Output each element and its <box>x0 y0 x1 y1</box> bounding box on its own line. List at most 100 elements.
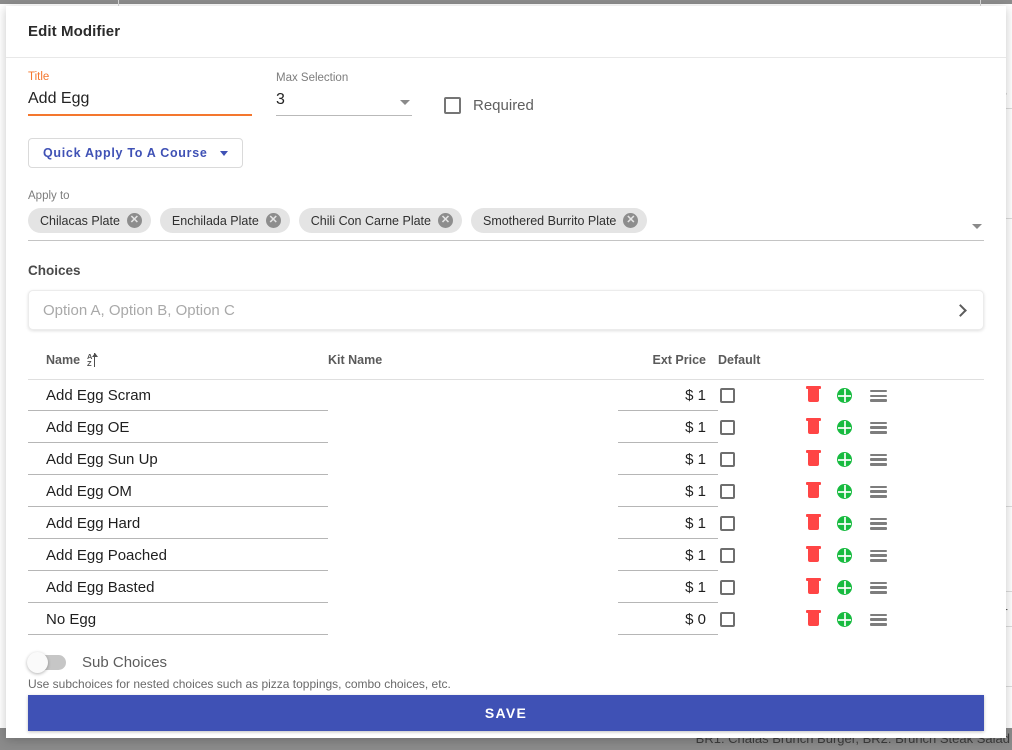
cell-ext-price[interactable]: $ 1 <box>618 540 718 572</box>
drag-handle-icon[interactable] <box>870 581 887 594</box>
required-checkbox-group[interactable]: Required <box>444 97 534 116</box>
kit-name-input[interactable] <box>328 381 618 411</box>
cell-ext-price[interactable]: $ 1 <box>618 476 718 508</box>
default-checkbox[interactable] <box>720 484 735 499</box>
kit-name-input[interactable] <box>328 413 618 443</box>
chevron-right-icon[interactable] <box>954 303 967 317</box>
default-checkbox[interactable] <box>720 388 735 404</box>
cell-default[interactable] <box>718 572 808 604</box>
choices-input-wrapper[interactable]: Option A, Option B, Option C <box>28 290 984 330</box>
cell-ext-price[interactable]: $ 1 <box>618 508 718 540</box>
drag-handle-icon[interactable] <box>870 389 887 402</box>
chevron-down-icon[interactable] <box>972 224 982 229</box>
kit-name-input[interactable] <box>328 541 618 571</box>
cell-kit-name[interactable] <box>328 572 618 604</box>
kit-name-input[interactable] <box>328 573 618 603</box>
cell-kit-name[interactable] <box>328 476 618 508</box>
globe-icon[interactable] <box>837 516 852 531</box>
choices-input[interactable]: Option A, Option B, Option C <box>43 302 956 319</box>
drag-handle-icon[interactable] <box>870 517 887 530</box>
cell-name[interactable]: Add Egg OE <box>28 412 328 444</box>
cell-ext-price[interactable]: $ 1 <box>618 444 718 476</box>
apply-to-chip[interactable]: Enchilada Plate ✕ <box>159 208 290 233</box>
globe-icon[interactable] <box>837 580 852 595</box>
globe-icon[interactable] <box>837 612 852 627</box>
ext-price-input[interactable]: $ 1 <box>618 573 718 603</box>
cell-name[interactable]: Add Egg Basted <box>28 572 328 604</box>
default-checkbox[interactable] <box>720 612 735 627</box>
delete-icon[interactable] <box>806 450 821 466</box>
choice-name-input[interactable]: Add Egg Hard <box>28 509 328 539</box>
ext-price-input[interactable]: $ 1 <box>618 381 718 411</box>
chevron-down-icon[interactable] <box>400 100 410 105</box>
default-checkbox[interactable] <box>720 420 735 435</box>
max-selection-field[interactable]: Max Selection 3 <box>276 71 412 116</box>
ext-price-input[interactable]: $ 1 <box>618 413 718 443</box>
save-button[interactable]: SAVE <box>28 694 984 731</box>
apply-to-chip[interactable]: Chilacas Plate ✕ <box>28 208 151 233</box>
cell-default[interactable] <box>718 412 808 444</box>
cell-default[interactable] <box>718 540 808 572</box>
choice-name-input[interactable]: Add Egg Basted <box>28 573 328 603</box>
globe-icon[interactable] <box>837 548 852 563</box>
cell-default[interactable] <box>718 444 808 476</box>
globe-icon[interactable] <box>837 452 852 467</box>
choice-name-input[interactable]: Add Egg OM <box>28 477 328 507</box>
choice-name-input[interactable]: Add Egg Sun Up <box>28 445 328 475</box>
choice-name-input[interactable]: Add Egg OE <box>28 413 328 443</box>
apply-to-chip[interactable]: Smothered Burrito Plate ✕ <box>470 208 648 233</box>
cell-ext-price[interactable]: $ 0 <box>618 604 718 636</box>
delete-icon[interactable] <box>806 610 821 626</box>
close-icon[interactable]: ✕ <box>126 213 142 228</box>
cell-name[interactable]: Add Egg Poached <box>28 540 328 572</box>
drag-handle-icon[interactable] <box>870 485 887 498</box>
close-icon[interactable]: ✕ <box>623 213 639 228</box>
quick-apply-to-course-button[interactable]: Quick Apply To A Course <box>28 138 243 168</box>
title-input[interactable]: Add Egg <box>28 88 252 114</box>
delete-icon[interactable] <box>806 546 821 562</box>
kit-name-input[interactable] <box>328 445 618 475</box>
globe-icon[interactable] <box>837 484 852 499</box>
delete-icon[interactable] <box>806 386 821 403</box>
cell-default[interactable] <box>718 508 808 540</box>
apply-to-chip-list[interactable]: Chilacas Plate ✕ Enchilada Plate ✕ Chili Con… <box>28 208 984 241</box>
cell-kit-name[interactable] <box>328 444 618 476</box>
cell-ext-price[interactable]: $ 1 <box>618 412 718 444</box>
cell-kit-name[interactable] <box>328 508 618 540</box>
default-checkbox[interactable] <box>720 452 735 467</box>
default-checkbox[interactable] <box>720 548 735 563</box>
globe-icon[interactable] <box>837 388 852 404</box>
sort-az-ascending-icon[interactable]: A Z <box>87 352 98 367</box>
cell-ext-price[interactable]: $ 1 <box>618 572 718 604</box>
cell-kit-name[interactable] <box>328 540 618 572</box>
kit-name-input[interactable] <box>328 509 618 539</box>
cell-ext-price[interactable]: $ 1 <box>618 380 718 412</box>
ext-price-input[interactable]: $ 1 <box>618 509 718 539</box>
drag-handle-icon[interactable] <box>870 613 887 626</box>
choice-name-input[interactable]: No Egg <box>28 605 328 635</box>
drag-handle-icon[interactable] <box>870 549 887 562</box>
delete-icon[interactable] <box>806 578 821 594</box>
sub-choices-toggle[interactable] <box>27 651 66 673</box>
cell-kit-name[interactable] <box>328 604 618 636</box>
cell-name[interactable]: Add Egg OM <box>28 476 328 508</box>
ext-price-input[interactable]: $ 0 <box>618 605 718 635</box>
cell-default[interactable] <box>718 604 808 636</box>
cell-name[interactable]: Add Egg Sun Up <box>28 444 328 476</box>
ext-price-input[interactable]: $ 1 <box>618 477 718 507</box>
cell-kit-name[interactable] <box>328 412 618 444</box>
max-selection-value[interactable]: 3 <box>276 89 412 115</box>
cell-name[interactable]: Add Egg Hard <box>28 508 328 540</box>
drag-handle-icon[interactable] <box>870 421 887 434</box>
column-header-name[interactable]: Name A Z <box>28 352 328 380</box>
apply-to-chip[interactable]: Chili Con Carne Plate ✕ <box>298 208 462 233</box>
cell-name[interactable]: Add Egg Scram <box>28 380 328 412</box>
title-field[interactable]: Title Add Egg <box>28 70 252 116</box>
choice-name-input[interactable]: Add Egg Scram <box>28 381 328 411</box>
globe-icon[interactable] <box>837 420 852 435</box>
delete-icon[interactable] <box>806 482 821 498</box>
default-checkbox[interactable] <box>720 580 735 595</box>
delete-icon[interactable] <box>806 514 821 530</box>
close-icon[interactable]: ✕ <box>265 213 281 228</box>
close-icon[interactable]: ✕ <box>437 213 453 228</box>
